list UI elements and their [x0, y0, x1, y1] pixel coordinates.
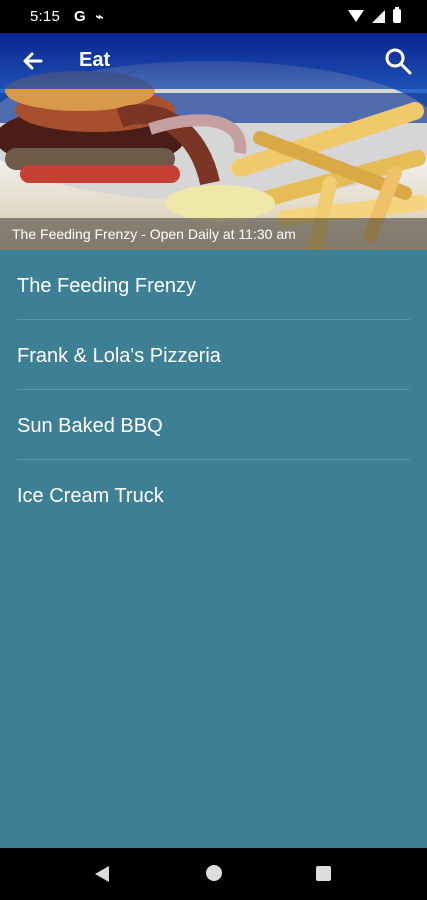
navigation-bar: [0, 848, 427, 900]
status-bar: 5:15 G ⌁: [0, 0, 427, 33]
list-item[interactable]: Sun Baked BBQ: [17, 390, 410, 460]
list-item[interactable]: Ice Cream Truck: [17, 460, 410, 529]
list-item[interactable]: Frank & Lola's Pizzeria: [17, 320, 410, 390]
battery-icon: [393, 7, 401, 23]
home-icon[interactable]: [206, 865, 222, 881]
page-title: Eat: [79, 49, 111, 71]
s-icon: ⌁: [95, 8, 104, 24]
status-icons: [348, 7, 401, 23]
wifi-icon: [348, 10, 364, 22]
back-arrow-icon[interactable]: [18, 47, 46, 75]
list-item[interactable]: The Feeding Frenzy: [17, 250, 410, 320]
app-toolbar: Eat: [0, 33, 427, 89]
hero-banner[interactable]: Eat The Feeding Frenzy - Open Daily at 1…: [0, 33, 427, 250]
restaurant-list: The Feeding Frenzy Frank & Lola's Pizzer…: [0, 250, 427, 529]
signal-icon: [372, 9, 385, 23]
back-icon[interactable]: [95, 866, 109, 882]
hero-caption: The Feeding Frenzy - Open Daily at 11:30…: [0, 218, 427, 250]
google-icon: G: [74, 8, 86, 25]
search-icon[interactable]: [383, 46, 413, 76]
recents-icon[interactable]: [316, 866, 331, 881]
status-time: 5:15: [30, 8, 60, 25]
